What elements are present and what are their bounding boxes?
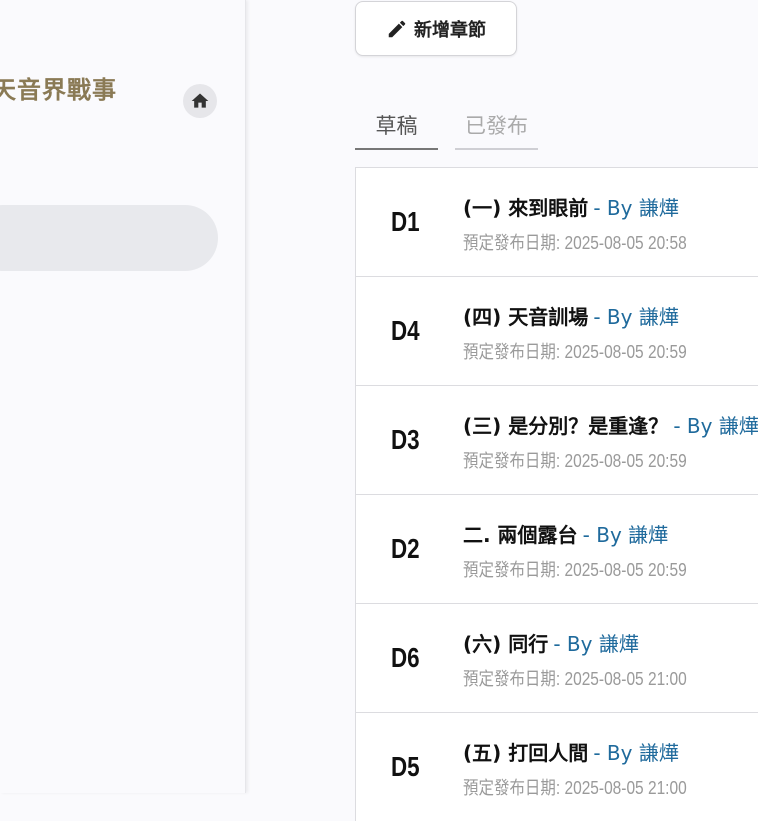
chapter-row[interactable]: D4 (四) 天音訓場 - By 謙燁 預定發布日期: 2025-08-05 2… — [355, 276, 758, 385]
chapter-schedule-date: 預定發布日期: 2025-08-05 21:00 — [463, 669, 687, 689]
chapter-title: 二. 兩個露台 — [463, 523, 578, 547]
chapter-author: - By 謙燁 — [553, 632, 639, 656]
chapter-author: - By 謙燁 — [593, 196, 679, 220]
chapter-list: D1 (一) 來到眼前 - By 謙燁 預定發布日期: 2025-08-05 2… — [355, 167, 758, 821]
book-title: 天音界戰事 — [0, 76, 117, 104]
tab-published[interactable]: 已發布 — [455, 108, 538, 150]
chapter-row[interactable]: D3 (三) 是分別？是重逢？ - By 謙燁 預定發布日期: 2025-08-… — [355, 385, 758, 494]
chapter-author: - By 謙燁 — [673, 414, 758, 438]
chapter-row[interactable]: D2 二. 兩個露台 - By 謙燁 預定發布日期: 2025-08-05 20… — [355, 494, 758, 603]
chapter-row[interactable]: D5 (五) 打回人間 - By 謙燁 預定發布日期: 2025-08-05 2… — [355, 712, 758, 821]
chapter-row[interactable]: D1 (一) 來到眼前 - By 謙燁 預定發布日期: 2025-08-05 2… — [355, 167, 758, 276]
chapter-author: - By 謙燁 — [593, 741, 679, 765]
chapter-author: - By 謙燁 — [582, 523, 669, 547]
chapter-title: (六) 同行 — [463, 632, 549, 656]
chapter-row[interactable]: D6 (六) 同行 - By 謙燁 預定發布日期: 2025-08-05 21:… — [355, 603, 758, 712]
chapter-code: D2 — [391, 533, 420, 564]
main-content: 新增章節 草稿 已發布 D1 (一) 來到眼前 - By 謙燁 預定發布日期: … — [246, 0, 758, 821]
tab-drafts[interactable]: 草稿 — [355, 108, 438, 150]
chapter-code: D4 — [391, 315, 420, 346]
add-chapter-label: 新增章節 — [414, 19, 486, 41]
chapter-title: (五) 打回人間 — [463, 741, 589, 765]
chapter-schedule-date: 預定發布日期: 2025-08-05 21:00 — [463, 778, 687, 798]
chapter-code: D5 — [391, 751, 420, 782]
chapter-schedule-date: 預定發布日期: 2025-08-05 20:58 — [463, 233, 687, 253]
chapter-schedule-date: 預定發布日期: 2025-08-05 20:59 — [463, 560, 687, 580]
add-chapter-button[interactable]: 新增章節 — [355, 1, 517, 56]
home-icon — [191, 93, 209, 108]
chapter-code: D6 — [391, 642, 420, 673]
chapter-title: (三) 是分別？是重逢？ — [463, 414, 669, 438]
pencil-icon — [388, 20, 406, 37]
chapter-schedule-date: 預定發布日期: 2025-08-05 20:59 — [463, 342, 687, 362]
chapter-author: - By 謙燁 — [593, 305, 679, 329]
chapter-schedule-date: 預定發布日期: 2025-08-05 20:59 — [463, 451, 687, 471]
chapter-code: D3 — [391, 424, 420, 455]
sidebar: 天音界戰事 — [0, 0, 246, 793]
chapter-title: (一) 來到眼前 — [463, 196, 589, 220]
chapter-code: D1 — [391, 206, 420, 237]
chapter-title: (四) 天音訓場 — [463, 305, 589, 329]
home-button[interactable] — [183, 84, 217, 118]
sidebar-nav-item-active[interactable] — [0, 205, 218, 271]
